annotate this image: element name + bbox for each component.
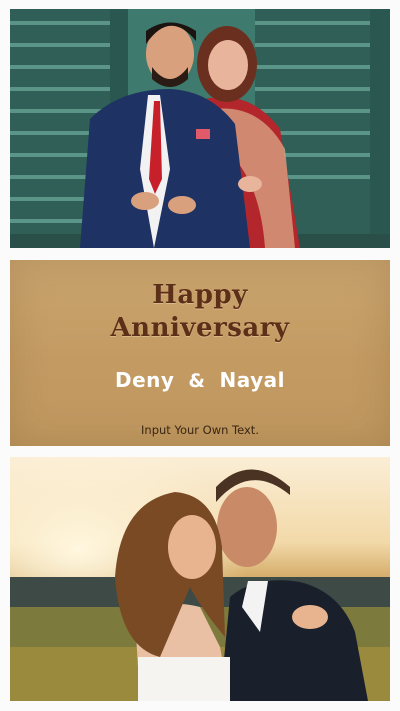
couple-photo-bottom (10, 457, 390, 701)
couple-names: Deny & Nayal (10, 368, 390, 392)
name-right[interactable]: Nayal (220, 368, 286, 392)
couple-photo-top (10, 9, 390, 248)
title-happy[interactable]: Happy (10, 280, 390, 310)
anniversary-card: Happy Anniversary Deny & Nayal Input Your … (10, 260, 390, 446)
title-anniversary[interactable]: Anniversary (10, 313, 390, 343)
custom-text-field[interactable]: Input Your Own Text. (10, 423, 390, 437)
name-left[interactable]: Deny (115, 368, 174, 392)
ampersand: & (188, 370, 206, 392)
